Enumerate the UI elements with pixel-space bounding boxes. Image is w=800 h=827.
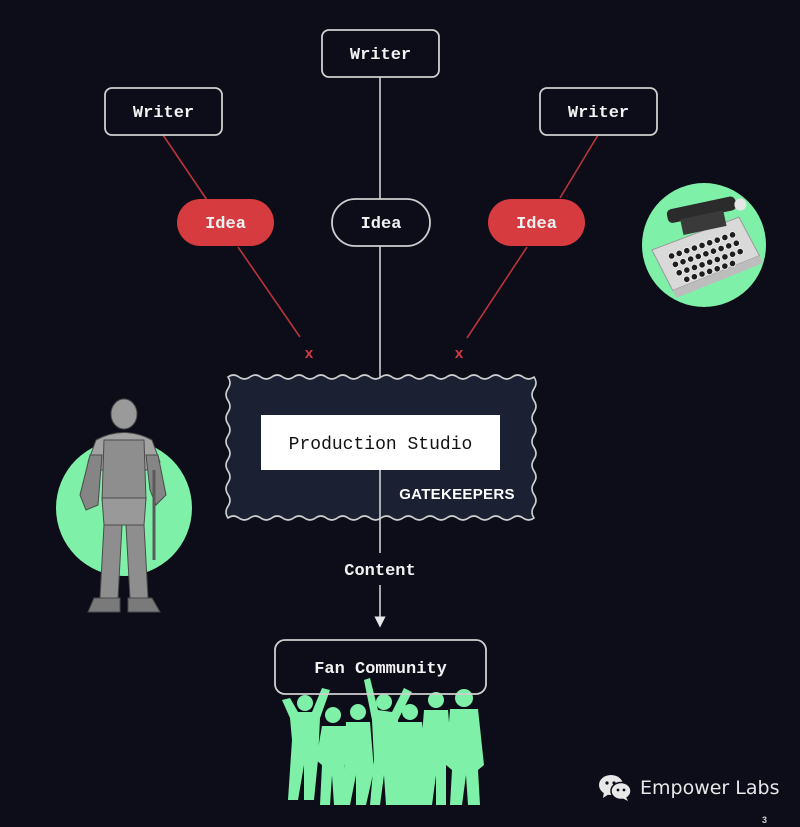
writer-label: Writer [568,104,629,123]
connector-idea-right-to-x [466,246,528,339]
idea-label: Idea [361,215,402,234]
page-number: 3 [762,815,768,825]
production-studio-label: Production Studio [289,435,473,455]
brand-name: Empower Labs [640,777,780,799]
diagram-canvas: Writer Writer Writer Idea Idea Idea x x … [56,29,766,805]
idea-node-rejected-right: Idea [488,199,585,246]
fan-community-label: Fan Community [314,660,447,679]
knight-illustration [56,398,192,613]
idea-label: Idea [205,215,246,234]
writer-node-center: Writer [321,29,440,78]
gatekeepers-label: GATEKEEPERS [399,486,515,503]
production-studio-node: Production Studio [261,415,500,470]
person-silhouette [340,704,374,805]
brand-watermark: Empower Labs [598,774,779,802]
idea-node-rejected-left: Idea [177,199,274,246]
rejected-x-mark-right: x [454,346,463,363]
typewriter-illustration [642,183,766,307]
writer-label: Writer [133,104,194,123]
writer-node-right: Writer [539,87,658,136]
wechat-icon [599,775,632,801]
writer-node-left: Writer [104,87,223,136]
connector-writer-right-to-idea [559,134,599,199]
person-silhouette [446,689,484,805]
connector-idea-left-to-x [237,246,301,338]
rejected-x-mark-left: x [304,346,313,363]
content-label: Content [344,562,415,581]
crowd-illustration [282,678,484,805]
connector-writer-left-to-idea [162,134,208,201]
fan-community-node: Fan Community [274,639,487,695]
idea-label: Idea [516,215,557,234]
idea-node-accepted-center: Idea [331,198,431,247]
writer-label: Writer [350,46,411,65]
